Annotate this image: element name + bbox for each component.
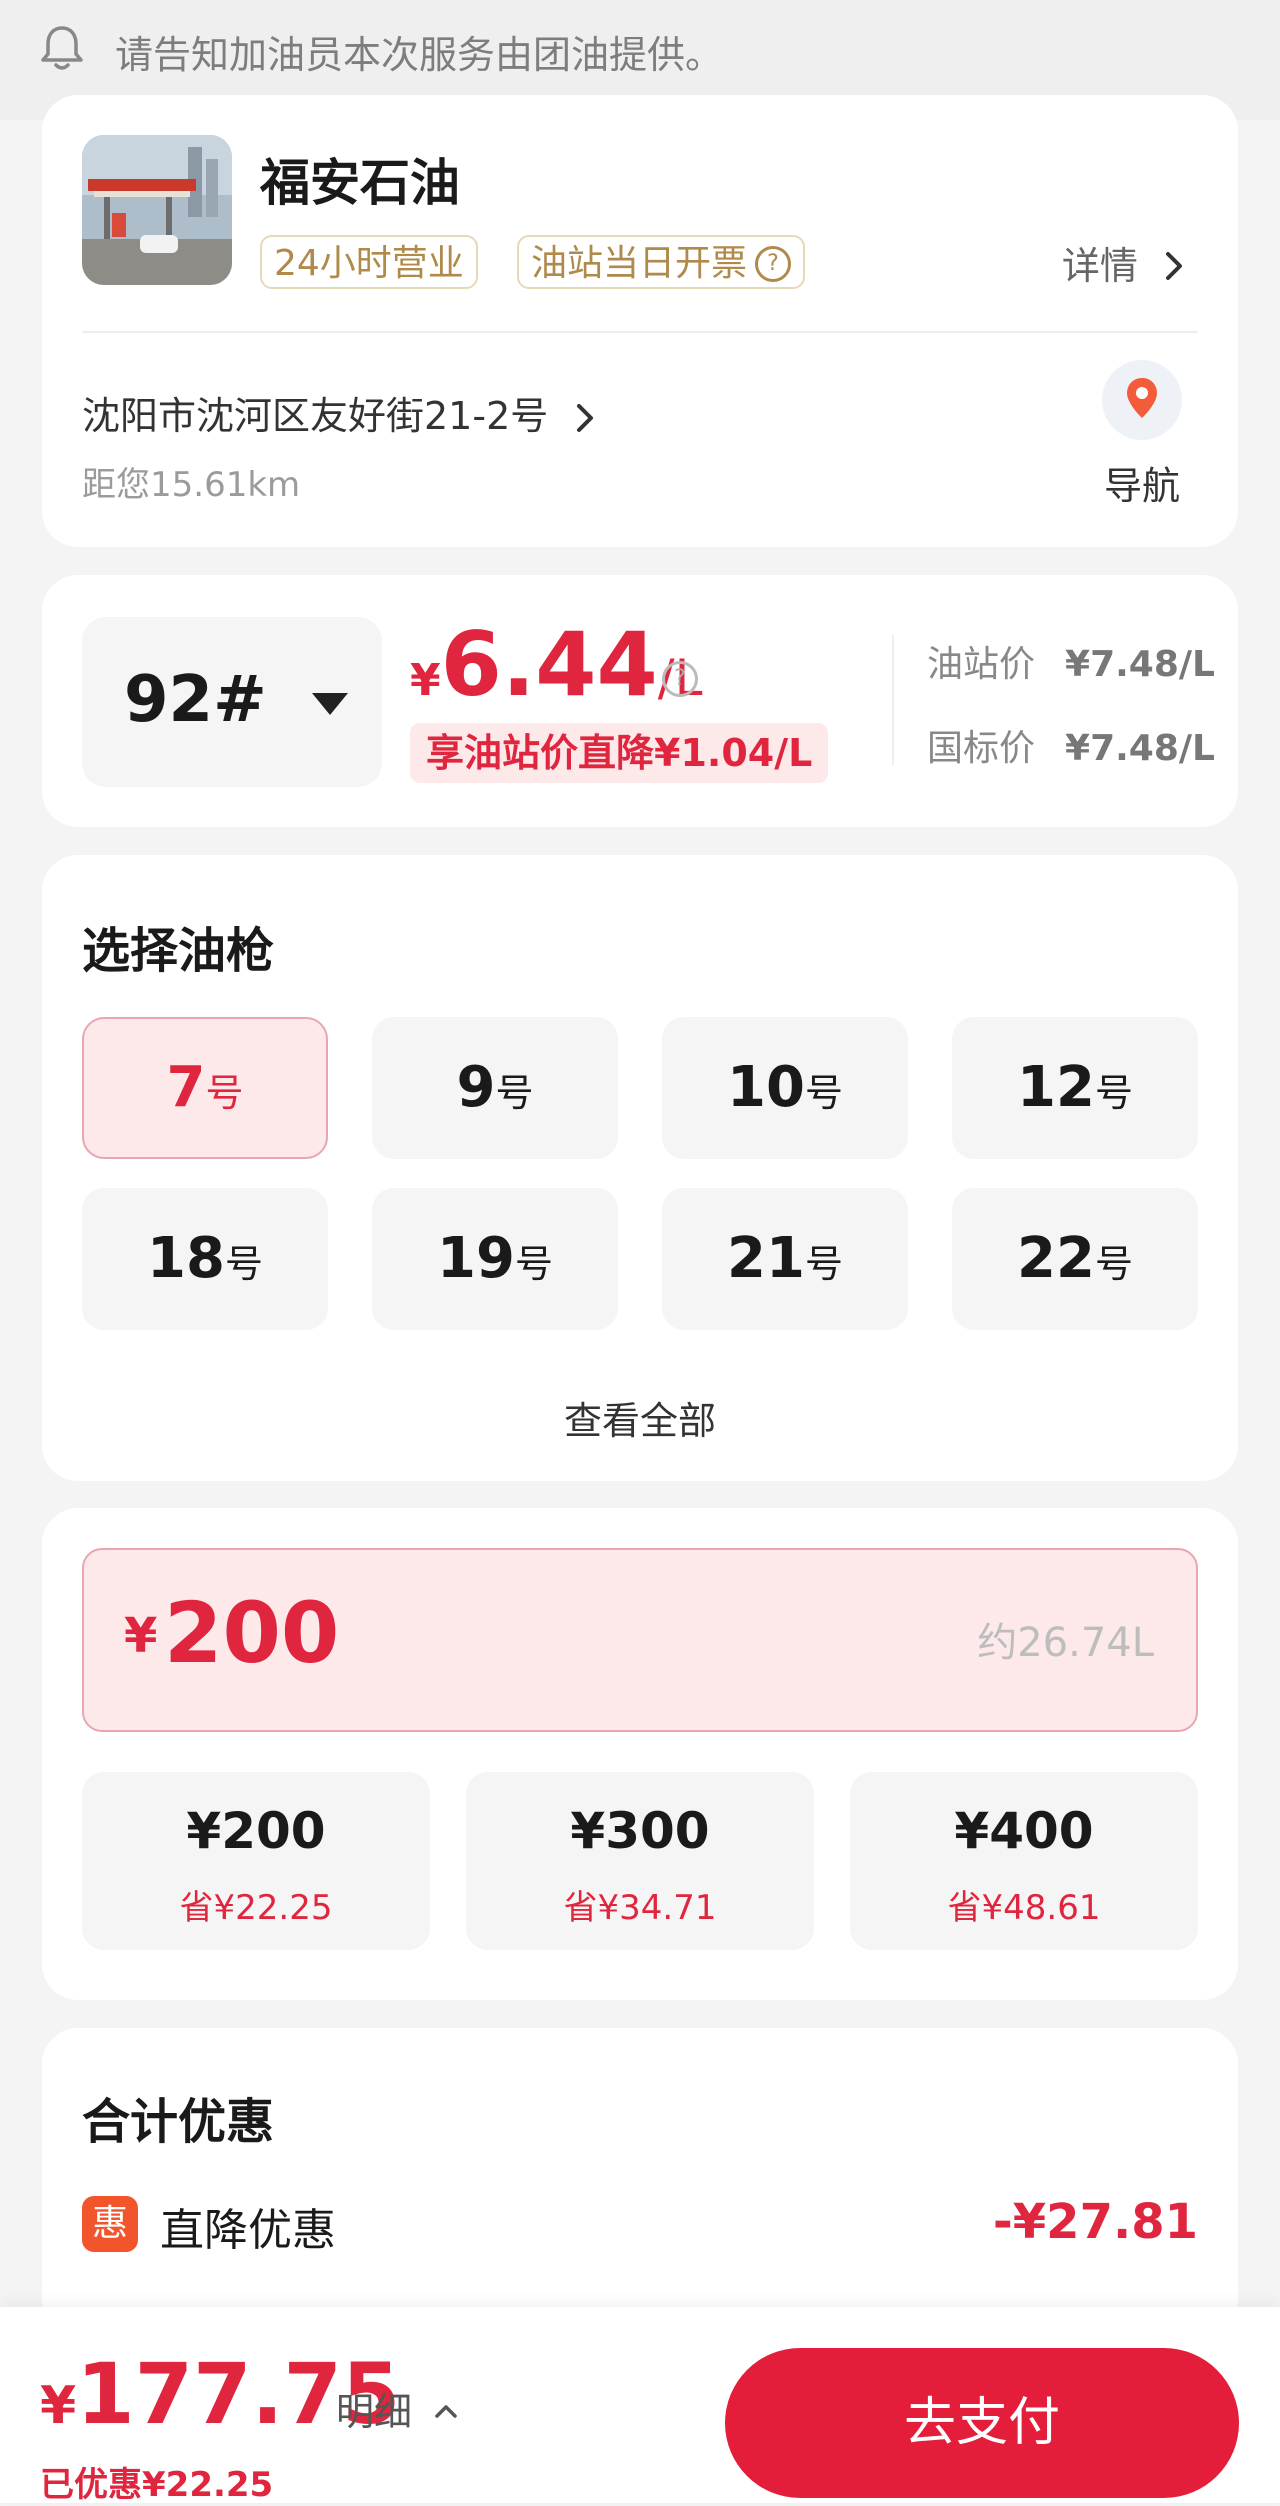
station-price-value: ¥7.48/L [1065,644,1215,685]
navigation-button[interactable] [1102,360,1182,440]
national-price-value: ¥7.48/L [1065,728,1215,769]
preset-saving: 省¥34.71 [563,1888,717,1928]
amount-card: ¥ 200 约26.74L ¥200 省¥22.25 ¥300 省¥34.71 … [42,1508,1238,2000]
gun-number: 10 [727,1055,805,1120]
preset-amount-300[interactable]: ¥300 省¥34.71 [466,1772,814,1950]
gun-option-9[interactable]: 9号 [372,1017,618,1159]
price-detail-toggle[interactable]: 明细 [336,2381,460,2436]
chevron-right-icon [1166,252,1182,280]
gun-number: 12 [1017,1055,1095,1120]
address-link[interactable]: 沈阳市沈河区友好街21-2号 [82,385,598,440]
gun-suffix: 号 [514,1242,553,1286]
station-price-label: 油站价 [927,644,1036,685]
gun-number: 9 [456,1055,496,1120]
preset-saving: 省¥48.61 [947,1888,1101,1928]
gun-suffix: 号 [804,1242,843,1286]
gun-option-18[interactable]: 18号 [82,1188,328,1330]
checkout-bar: ¥177.75 明细 已优惠¥22.25 去支付 [0,2307,1280,2505]
gun-section-title: 选择油枪 [82,923,275,979]
gun-option-21[interactable]: 21号 [662,1188,908,1330]
gun-number: 18 [147,1226,225,1291]
notice-text: 请告知加油员本次服务由团油提供。 [115,33,724,77]
national-price-label: 国标价 [927,728,1036,769]
tag-invoice-label: 油站当日开票 [531,243,748,284]
savings-title: 合计优惠 [82,2094,275,2150]
gun-suffix: 号 [804,1071,843,1115]
gun-option-7[interactable]: 7号 [82,1017,328,1159]
distance-text: 距您15.61km [82,465,301,505]
gun-option-12[interactable]: 12号 [952,1017,1198,1159]
preset-amount: ¥300 [570,1802,710,1860]
fuel-grade-select[interactable]: 92# [82,617,382,787]
discount-tag: 享油站价直降¥1.04/L [410,723,829,783]
direct-discount-label: 直降优惠 [160,2205,336,2256]
address-text: 沈阳市沈河区友好街21-2号 [82,394,549,438]
gun-option-10[interactable]: 10号 [662,1017,908,1159]
divider [82,331,1198,333]
details-label: 详情 [1061,244,1138,288]
preset-amount-200[interactable]: ¥200 省¥22.25 [82,1772,430,1950]
chevron-up-icon [435,2405,457,2418]
station-name: 福安石油 [260,154,460,212]
amount-liters: 约26.74L [977,1620,1154,1666]
details-link[interactable]: 详情 [1062,235,1188,290]
preset-saving: 省¥22.25 [179,1888,333,1928]
amount-currency: ¥ [124,1608,158,1664]
gun-suffix: 号 [205,1071,244,1115]
gun-option-19[interactable]: 19号 [372,1188,618,1330]
question-icon[interactable]: ? [662,661,698,697]
price-value: 6.44 [440,613,658,716]
direct-discount-value: -¥27.81 [992,2194,1198,2250]
saved-amount: 已优惠¥22.25 [40,2465,274,2505]
gun-suffix: 号 [1094,1242,1133,1286]
tag-24h: 24小时营业 [260,235,478,289]
tag-invoice[interactable]: 油站当日开票 ? [517,235,806,289]
pay-button[interactable]: 去支付 [725,2348,1239,2498]
view-all-guns-link[interactable]: 查看全部 [42,1390,1238,1445]
station-price-row: 油站价 ¥7.48/L [927,635,1215,687]
preset-amount: ¥400 [954,1802,1094,1860]
caret-down-icon [312,693,348,715]
gun-number: 22 [1017,1226,1095,1291]
gun-suffix: 号 [495,1071,534,1115]
detail-label: 明细 [336,2390,413,2434]
price-card: 92# ¥6.44/L ? 享油站价直降¥1.04/L 油站价 ¥7.48/L 国… [42,575,1238,827]
divider [892,635,894,765]
gun-option-22[interactable]: 22号 [952,1188,1198,1330]
navigation-label[interactable]: 导航 [1102,455,1182,510]
gun-suffix: 号 [224,1242,263,1286]
amount-value: 200 [164,1584,340,1682]
gun-number: 7 [166,1055,206,1120]
member-price: ¥6.44/L [410,613,702,716]
total-currency: ¥ [40,2376,77,2436]
station-card: 福安石油 24小时营业 油站当日开票 ? 详情 沈阳市沈河区友好街21-2号 距… [42,95,1238,547]
location-pin-icon [1127,378,1157,418]
question-icon[interactable]: ? [755,246,792,282]
bell-icon [41,26,83,70]
station-photo [82,135,232,285]
national-price-row: 国标价 ¥7.48/L [927,719,1215,771]
discount-badge-icon: 惠 [82,2196,138,2252]
preset-amount-400[interactable]: ¥400 省¥48.61 [850,1772,1198,1950]
gun-number: 21 [727,1226,805,1291]
chevron-right-icon [577,404,594,432]
gun-number: 19 [437,1226,515,1291]
gun-suffix: 号 [1094,1071,1133,1115]
gun-select-card: 选择油枪 7号 9号 10号 12号 18号 19号 21号 22号 查看全部 [42,855,1238,1481]
preset-amount: ¥200 [186,1802,326,1860]
fuel-grade: 92# [124,663,267,737]
amount-input[interactable]: ¥ 200 约26.74L [82,1548,1198,1732]
price-currency: ¥ [410,655,441,706]
